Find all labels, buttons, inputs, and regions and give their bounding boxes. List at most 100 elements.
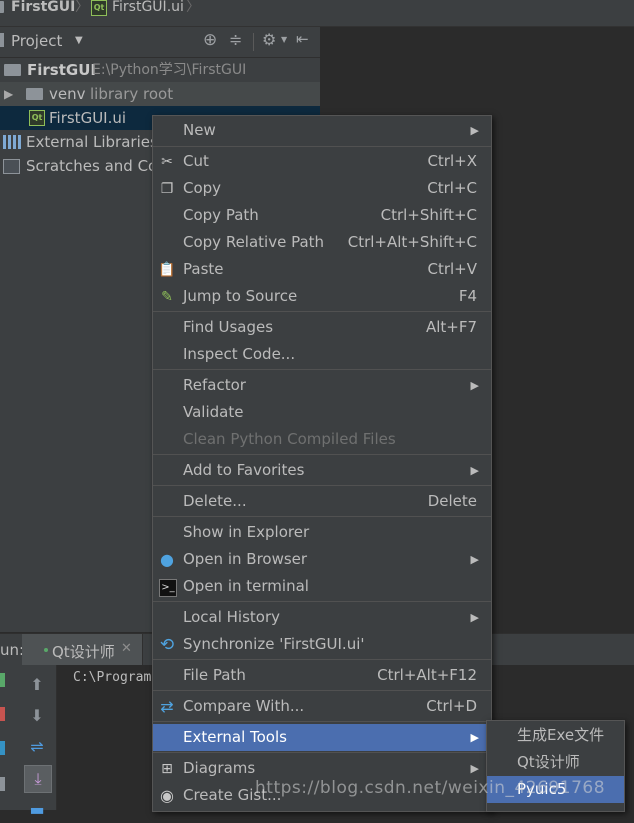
expand-arrow-icon[interactable]: ▶ xyxy=(4,82,13,106)
tree-item-path: E:\Python学习\FirstGUI xyxy=(92,62,247,78)
submenu-arrow-icon: ▶ xyxy=(470,124,479,137)
scroll-to-end-icon[interactable]: ⤓ xyxy=(24,765,52,793)
console-output: C:\Program xyxy=(73,670,152,685)
menu-item-validate[interactable]: Validate xyxy=(153,399,491,426)
gear-icon[interactable]: ⚙ xyxy=(262,30,276,49)
submenu-item-pyuic5[interactable]: Pyuic5 xyxy=(487,776,624,803)
menu-item-label: Add to Favorites xyxy=(183,461,305,479)
folder-icon xyxy=(26,88,43,100)
terminal-icon: >_ xyxy=(159,579,177,597)
print-icon[interactable]: ▬ xyxy=(24,797,50,823)
menu-item-cut[interactable]: ✂ Cut Ctrl+X xyxy=(153,148,491,175)
menu-item-clean-python-compiled-files: Clean Python Compiled Files xyxy=(153,426,491,453)
menu-item-refactor[interactable]: Refactor ▶ xyxy=(153,372,491,399)
menu-item-find-usages[interactable]: Find Usages Alt+F7 xyxy=(153,314,491,341)
submenu-item-qt-designer[interactable]: Qt设计师 xyxy=(487,749,624,776)
tree-item-project-root[interactable]: FirstGUI E:\Python学习\FirstGUI xyxy=(0,58,320,82)
menu-item-shortcut: Alt+F7 xyxy=(425,318,477,336)
globe-icon: ● xyxy=(160,550,174,569)
divider xyxy=(253,33,254,51)
restore-layout-icon[interactable] xyxy=(0,741,5,755)
clipboard-icon: 📋 xyxy=(158,262,176,278)
menu-item-synchronize[interactable]: ⟲ Synchronize 'FirstGUI.ui' xyxy=(153,631,491,658)
menu-item-file-path[interactable]: File Path Ctrl+Alt+F12 xyxy=(153,662,491,689)
stop-icon[interactable] xyxy=(0,707,5,721)
pin-icon[interactable] xyxy=(0,777,5,791)
menu-item-diagrams[interactable]: ⊞ Diagrams ▶ xyxy=(153,755,491,782)
menu-item-label: Cut xyxy=(183,152,209,170)
run-tab-label: Qt设计师 xyxy=(52,643,115,661)
menu-item-copy-relative-path[interactable]: Copy Relative Path Ctrl+Alt+Shift+C xyxy=(153,229,491,256)
menu-item-label: Delete... xyxy=(183,492,247,510)
menu-separator xyxy=(153,369,491,370)
menu-item-copy[interactable]: ❐ Copy Ctrl+C xyxy=(153,175,491,202)
menu-item-inspect-code[interactable]: Inspect Code... xyxy=(153,341,491,368)
menu-item-label: Copy Relative Path xyxy=(183,233,325,251)
menu-item-local-history[interactable]: Local History ▶ xyxy=(153,604,491,631)
menu-item-show-in-explorer[interactable]: Show in Explorer xyxy=(153,519,491,546)
external-tools-submenu: 生成Exe文件 Qt设计师 Pyuic5 xyxy=(486,720,625,812)
tree-item-venv[interactable]: ▶ venv library root xyxy=(0,82,320,106)
navigation-bar: FirstGUI 〉 Qt FirstGUI.ui 〉 xyxy=(0,0,634,27)
menu-item-shortcut: Ctrl+Shift+C xyxy=(380,206,477,224)
menu-item-add-to-favorites[interactable]: Add to Favorites ▶ xyxy=(153,457,491,484)
menu-item-label: Copy xyxy=(183,179,222,197)
menu-item-label: Jump to Source xyxy=(183,287,298,305)
menu-item-shortcut: Ctrl+X xyxy=(427,152,477,170)
submenu-arrow-icon: ▶ xyxy=(470,379,479,392)
rerun-icon[interactable] xyxy=(0,673,5,687)
breadcrumb-project[interactable]: FirstGUI xyxy=(11,0,75,22)
breadcrumb-separator-icon: 〉 xyxy=(186,0,200,15)
submenu-arrow-icon: ▶ xyxy=(470,762,479,775)
run-tab-qt-designer[interactable]: Qt设计师 ✕ xyxy=(22,634,143,666)
menu-item-label: Local History xyxy=(183,608,281,626)
menu-item-label: Clean Python Compiled Files xyxy=(183,430,396,448)
menu-item-label: Refactor xyxy=(183,376,246,394)
menu-item-paste[interactable]: 📋 Paste Ctrl+V xyxy=(153,256,491,283)
menu-item-shortcut: Ctrl+D xyxy=(426,697,477,715)
breadcrumb-file[interactable]: FirstGUI.ui xyxy=(112,0,184,22)
submenu-item-label: Qt设计师 xyxy=(517,753,580,771)
menu-item-external-tools[interactable]: External Tools ▶ xyxy=(153,724,491,751)
menu-item-create-gist[interactable]: ◉ Create Gist... xyxy=(153,782,491,809)
menu-item-jump-to-source[interactable]: ✎ Jump to Source F4 xyxy=(153,283,491,310)
sync-icon: ⟲ xyxy=(159,635,175,655)
menu-item-copy-path[interactable]: Copy Path Ctrl+Shift+C xyxy=(153,202,491,229)
submenu-arrow-icon: ▶ xyxy=(470,731,479,744)
menu-item-label: Synchronize 'FirstGUI.ui' xyxy=(183,635,365,653)
menu-separator xyxy=(153,454,491,455)
collapse-all-icon[interactable]: ≑ xyxy=(229,30,242,49)
chevron-down-icon[interactable]: ▼ xyxy=(75,35,83,46)
diagram-icon: ⊞ xyxy=(161,761,173,777)
scroll-down-icon[interactable]: ⬇ xyxy=(24,703,50,729)
menu-item-open-in-browser[interactable]: ● Open in Browser ▶ xyxy=(153,546,491,573)
locate-icon[interactable]: ⊕ xyxy=(203,30,217,50)
close-icon[interactable]: ✕ xyxy=(121,641,132,656)
submenu-arrow-icon: ▶ xyxy=(470,464,479,477)
project-view-dropdown[interactable]: Project xyxy=(11,32,62,50)
folder-icon xyxy=(4,64,21,76)
menu-item-shortcut: Ctrl+Alt+Shift+C xyxy=(347,233,477,251)
menu-item-open-in-terminal[interactable]: >_ Open in terminal xyxy=(153,573,491,600)
menu-separator xyxy=(153,752,491,753)
menu-item-shortcut: Delete xyxy=(427,492,477,510)
submenu-item-build-exe[interactable]: 生成Exe文件 xyxy=(487,722,624,749)
menu-item-label: Open in Browser xyxy=(183,550,308,568)
context-menu: New ▶ ✂ Cut Ctrl+X ❐ Copy Ctrl+C Copy Pa… xyxy=(152,115,492,812)
soft-wrap-icon[interactable]: ⇌ xyxy=(24,734,50,760)
menu-item-new[interactable]: New ▶ xyxy=(153,117,491,144)
submenu-item-label: Pyuic5 xyxy=(517,780,567,798)
menu-item-label: New xyxy=(183,121,216,139)
scroll-up-icon[interactable]: ⬆ xyxy=(24,672,50,698)
hide-panel-icon[interactable]: ⇤ xyxy=(296,30,309,48)
tree-item-label: Scratches and Co xyxy=(26,157,158,175)
menu-item-label: Inspect Code... xyxy=(183,345,296,363)
tree-item-tag: library root xyxy=(90,85,174,103)
menu-item-compare-with[interactable]: ⇄ Compare With... Ctrl+D xyxy=(153,693,491,720)
submenu-item-label: 生成Exe文件 xyxy=(517,726,605,744)
run-toolbar: ⬆ ⬇ ⇌ ⤓ ▬ xyxy=(0,665,57,819)
menu-item-delete[interactable]: Delete... Delete xyxy=(153,488,491,515)
menu-separator xyxy=(153,601,491,602)
running-indicator-icon xyxy=(44,648,48,652)
tree-item-label: FirstGUI.ui xyxy=(49,109,127,127)
